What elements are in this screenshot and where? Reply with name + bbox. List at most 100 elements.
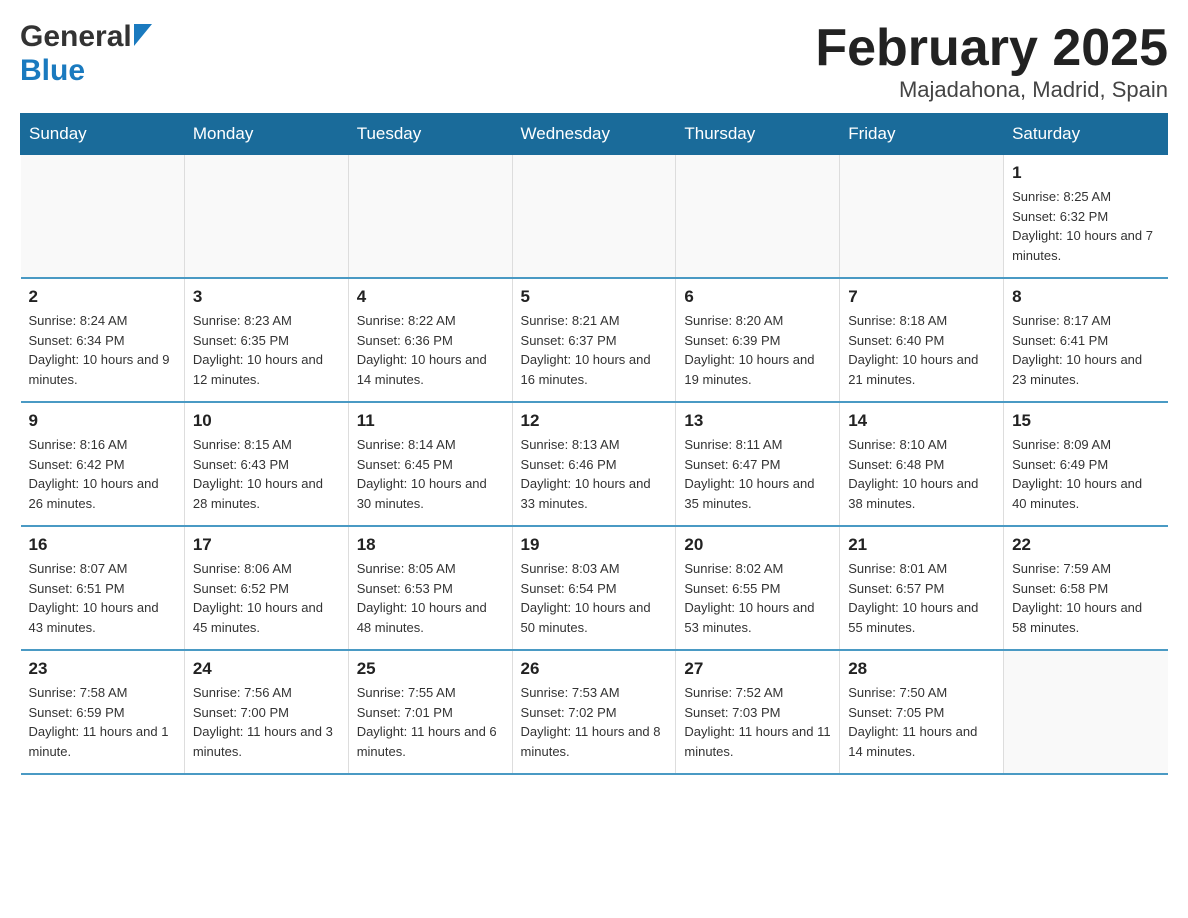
- calendar-cell: 10 Sunrise: 8:15 AMSunset: 6:43 PMDayligh…: [184, 402, 348, 526]
- day-info: Sunrise: 8:25 AMSunset: 6:32 PMDaylight:…: [1012, 187, 1159, 265]
- day-number: 23: [29, 659, 176, 679]
- day-number: 2: [29, 287, 176, 307]
- day-info: Sunrise: 7:59 AMSunset: 6:58 PMDaylight:…: [1012, 559, 1159, 637]
- day-info: Sunrise: 8:09 AMSunset: 6:49 PMDaylight:…: [1012, 435, 1159, 513]
- calendar-cell: 21 Sunrise: 8:01 AMSunset: 6:57 PMDayligh…: [840, 526, 1004, 650]
- calendar-week-row: 1 Sunrise: 8:25 AMSunset: 6:32 PMDaylight…: [21, 155, 1168, 279]
- day-info: Sunrise: 8:21 AMSunset: 6:37 PMDaylight:…: [521, 311, 668, 389]
- day-info: Sunrise: 8:03 AMSunset: 6:54 PMDaylight:…: [521, 559, 668, 637]
- day-info: Sunrise: 7:55 AMSunset: 7:01 PMDaylight:…: [357, 683, 504, 761]
- calendar-cell: 7 Sunrise: 8:18 AMSunset: 6:40 PMDaylight…: [840, 278, 1004, 402]
- day-number: 27: [684, 659, 831, 679]
- calendar-cell: 4 Sunrise: 8:22 AMSunset: 6:36 PMDaylight…: [348, 278, 512, 402]
- calendar-cell: 26 Sunrise: 7:53 AMSunset: 7:02 PMDayligh…: [512, 650, 676, 774]
- calendar-header: Sunday Monday Tuesday Wednesday Thursday…: [21, 114, 1168, 155]
- day-number: 12: [521, 411, 668, 431]
- page-header: General Blue February 2025 Majadahona, M…: [20, 20, 1168, 103]
- calendar-body: 1 Sunrise: 8:25 AMSunset: 6:32 PMDaylight…: [21, 155, 1168, 775]
- day-number: 26: [521, 659, 668, 679]
- header-sunday: Sunday: [21, 114, 185, 155]
- calendar-week-row: 9Sunrise: 8:16 AMSunset: 6:42 PMDaylight…: [21, 402, 1168, 526]
- header-tuesday: Tuesday: [348, 114, 512, 155]
- title-section: February 2025 Majadahona, Madrid, Spain: [815, 20, 1168, 103]
- calendar-cell: 25 Sunrise: 7:55 AMSunset: 7:01 PMDayligh…: [348, 650, 512, 774]
- calendar-cell: [348, 155, 512, 279]
- day-number: 7: [848, 287, 995, 307]
- month-title: February 2025: [815, 20, 1168, 77]
- day-number: 10: [193, 411, 340, 431]
- calendar-cell: 13 Sunrise: 8:11 AMSunset: 6:47 PMDayligh…: [676, 402, 840, 526]
- calendar-cell: 28 Sunrise: 7:50 AMSunset: 7:05 PMDayligh…: [840, 650, 1004, 774]
- day-info: Sunrise: 8:02 AMSunset: 6:55 PMDaylight:…: [684, 559, 831, 637]
- day-info: Sunrise: 7:50 AMSunset: 7:05 PMDaylight:…: [848, 683, 995, 761]
- day-info: Sunrise: 8:17 AMSunset: 6:41 PMDaylight:…: [1012, 311, 1159, 389]
- header-saturday: Saturday: [1004, 114, 1168, 155]
- day-number: 13: [684, 411, 831, 431]
- calendar-table: Sunday Monday Tuesday Wednesday Thursday…: [20, 113, 1168, 775]
- header-friday: Friday: [840, 114, 1004, 155]
- day-number: 15: [1012, 411, 1159, 431]
- calendar-cell: 18 Sunrise: 8:05 AMSunset: 6:53 PMDayligh…: [348, 526, 512, 650]
- logo-blue-text: Blue: [20, 54, 85, 88]
- day-number: 3: [193, 287, 340, 307]
- location-text: Majadahona, Madrid, Spain: [815, 77, 1168, 103]
- calendar-cell: [184, 155, 348, 279]
- calendar-cell: 16 Sunrise: 8:07 AMSunset: 6:51 PMDayligh…: [21, 526, 185, 650]
- day-info: Sunrise: 8:23 AMSunset: 6:35 PMDaylight:…: [193, 311, 340, 389]
- calendar-cell: 15 Sunrise: 8:09 AMSunset: 6:49 PMDayligh…: [1004, 402, 1168, 526]
- calendar-cell: 14Sunrise: 8:10 AMSunset: 6:48 PMDayligh…: [840, 402, 1004, 526]
- calendar-cell: 17 Sunrise: 8:06 AMSunset: 6:52 PMDayligh…: [184, 526, 348, 650]
- day-info: Sunrise: 8:06 AMSunset: 6:52 PMDaylight:…: [193, 559, 340, 637]
- day-number: 11: [357, 411, 504, 431]
- calendar-cell: 2 Sunrise: 8:24 AMSunset: 6:34 PMDaylight…: [21, 278, 185, 402]
- day-number: 5: [521, 287, 668, 307]
- day-number: 9: [29, 411, 176, 431]
- calendar-cell: 3 Sunrise: 8:23 AMSunset: 6:35 PMDaylight…: [184, 278, 348, 402]
- day-number: 20: [684, 535, 831, 555]
- day-number: 22: [1012, 535, 1159, 555]
- day-info: Sunrise: 8:13 AMSunset: 6:46 PMDaylight:…: [521, 435, 668, 513]
- calendar-cell: 19Sunrise: 8:03 AMSunset: 6:54 PMDayligh…: [512, 526, 676, 650]
- calendar-cell: 8 Sunrise: 8:17 AMSunset: 6:41 PMDaylight…: [1004, 278, 1168, 402]
- day-info: Sunrise: 8:07 AMSunset: 6:51 PMDaylight:…: [29, 559, 176, 637]
- day-header-row: Sunday Monday Tuesday Wednesday Thursday…: [21, 114, 1168, 155]
- day-info: Sunrise: 8:11 AMSunset: 6:47 PMDaylight:…: [684, 435, 831, 513]
- logo-general-text: General: [20, 20, 132, 54]
- day-number: 18: [357, 535, 504, 555]
- calendar-cell: 20 Sunrise: 8:02 AMSunset: 6:55 PMDayligh…: [676, 526, 840, 650]
- day-number: 17: [193, 535, 340, 555]
- day-info: Sunrise: 8:01 AMSunset: 6:57 PMDaylight:…: [848, 559, 995, 637]
- day-info: Sunrise: 8:22 AMSunset: 6:36 PMDaylight:…: [357, 311, 504, 389]
- day-number: 16: [29, 535, 176, 555]
- day-info: Sunrise: 7:56 AMSunset: 7:00 PMDaylight:…: [193, 683, 340, 761]
- day-number: 8: [1012, 287, 1159, 307]
- calendar-cell: 11 Sunrise: 8:14 AMSunset: 6:45 PMDayligh…: [348, 402, 512, 526]
- day-number: 4: [357, 287, 504, 307]
- calendar-cell: 24Sunrise: 7:56 AMSunset: 7:00 PMDayligh…: [184, 650, 348, 774]
- day-info: Sunrise: 8:05 AMSunset: 6:53 PMDaylight:…: [357, 559, 504, 637]
- day-number: 14: [848, 411, 995, 431]
- header-wednesday: Wednesday: [512, 114, 676, 155]
- logo: General Blue: [20, 20, 154, 88]
- logo-arrow-icon: [134, 24, 152, 51]
- day-info: Sunrise: 8:20 AMSunset: 6:39 PMDaylight:…: [684, 311, 831, 389]
- day-info: Sunrise: 7:52 AMSunset: 7:03 PMDaylight:…: [684, 683, 831, 761]
- calendar-cell: [21, 155, 185, 279]
- day-number: 28: [848, 659, 995, 679]
- day-number: 21: [848, 535, 995, 555]
- day-info: Sunrise: 7:53 AMSunset: 7:02 PMDaylight:…: [521, 683, 668, 761]
- calendar-cell: 1 Sunrise: 8:25 AMSunset: 6:32 PMDaylight…: [1004, 155, 1168, 279]
- day-number: 1: [1012, 163, 1159, 183]
- day-number: 25: [357, 659, 504, 679]
- header-monday: Monday: [184, 114, 348, 155]
- day-info: Sunrise: 8:24 AMSunset: 6:34 PMDaylight:…: [29, 311, 176, 389]
- day-info: Sunrise: 7:58 AMSunset: 6:59 PMDaylight:…: [29, 683, 176, 761]
- calendar-cell: [840, 155, 1004, 279]
- calendar-cell: 22 Sunrise: 7:59 AMSunset: 6:58 PMDayligh…: [1004, 526, 1168, 650]
- day-info: Sunrise: 8:18 AMSunset: 6:40 PMDaylight:…: [848, 311, 995, 389]
- day-info: Sunrise: 8:14 AMSunset: 6:45 PMDaylight:…: [357, 435, 504, 513]
- calendar-week-row: 16 Sunrise: 8:07 AMSunset: 6:51 PMDayligh…: [21, 526, 1168, 650]
- calendar-cell: 23 Sunrise: 7:58 AMSunset: 6:59 PMDayligh…: [21, 650, 185, 774]
- day-number: 6: [684, 287, 831, 307]
- day-info: Sunrise: 8:15 AMSunset: 6:43 PMDaylight:…: [193, 435, 340, 513]
